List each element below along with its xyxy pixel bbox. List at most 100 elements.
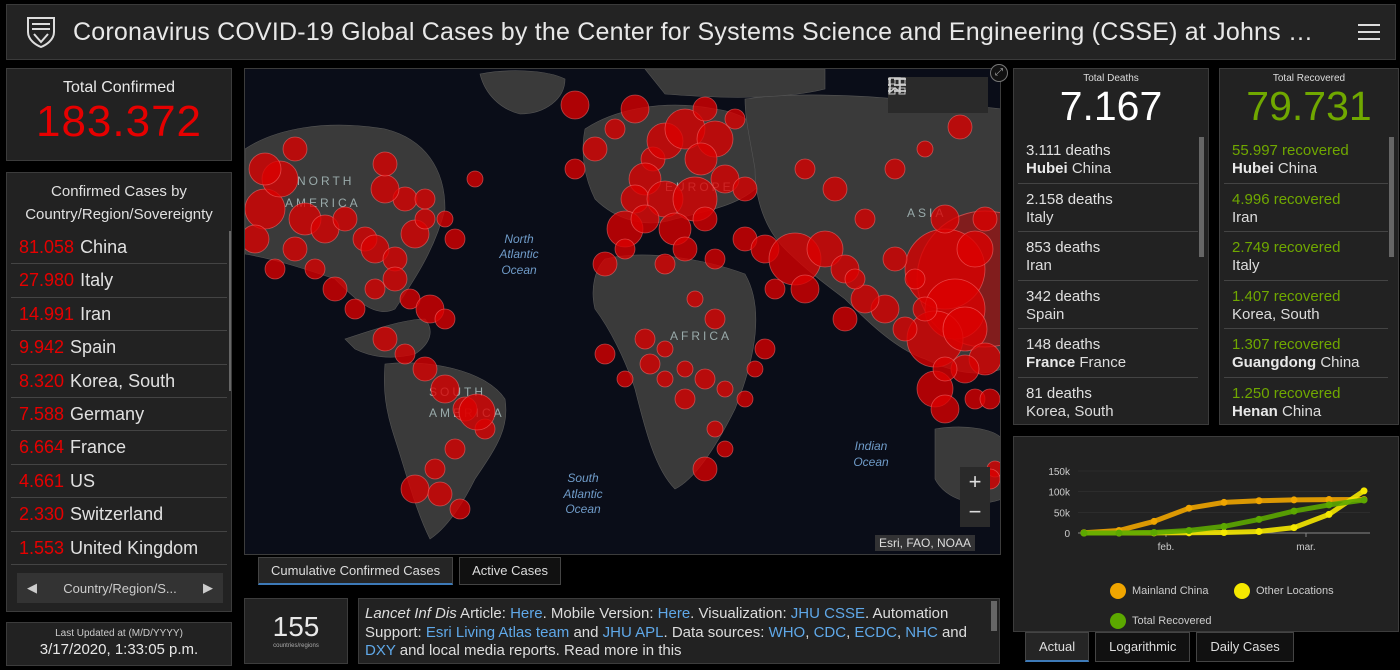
- nhc-link[interactable]: NHC: [905, 624, 938, 641]
- esri-link[interactable]: Esri Living Atlas team: [426, 624, 569, 641]
- case-bubble[interactable]: [832, 306, 858, 332]
- chevron-right-icon[interactable]: ▶: [203, 580, 213, 596]
- case-bubble[interactable]: [684, 142, 718, 176]
- chevron-left-icon[interactable]: ◀: [27, 580, 37, 596]
- case-bubble[interactable]: [614, 238, 636, 260]
- case-bubble[interactable]: [692, 206, 718, 232]
- case-bubble[interactable]: [672, 236, 698, 262]
- case-bubble[interactable]: [686, 290, 704, 308]
- case-bubble[interactable]: [704, 248, 726, 270]
- country-row[interactable]: 2.330 Switzerland: [11, 498, 227, 532]
- case-bubble[interactable]: [692, 96, 718, 122]
- case-bubble[interactable]: [630, 204, 660, 234]
- who-link[interactable]: WHO: [769, 624, 806, 641]
- deaths-row[interactable]: 853 deaths Iran: [1018, 232, 1198, 281]
- case-bubble[interactable]: [248, 152, 282, 186]
- country-row[interactable]: 7.588 Germany: [11, 398, 227, 432]
- zoom-out-button[interactable]: −: [960, 497, 990, 527]
- case-bubble[interactable]: [794, 158, 816, 180]
- case-bubble[interactable]: [724, 108, 746, 130]
- deaths-row[interactable]: 342 deaths Spain: [1018, 281, 1198, 329]
- case-bubble[interactable]: [430, 374, 460, 404]
- case-bubble[interactable]: [344, 298, 366, 320]
- recovered-row[interactable]: 55.997 recovered Hubei China: [1224, 135, 1388, 184]
- recovered-list[interactable]: 55.997 recovered Hubei China 4.996 recover…: [1224, 135, 1388, 425]
- case-bubble[interactable]: [282, 236, 308, 262]
- case-bubble[interactable]: [694, 368, 716, 390]
- case-bubble[interactable]: [676, 360, 694, 378]
- deaths-row[interactable]: 148 deaths France France: [1018, 329, 1198, 378]
- recovered-scrollbar[interactable]: [1389, 137, 1394, 257]
- case-bubble[interactable]: [444, 228, 466, 250]
- case-bubble[interactable]: [674, 388, 696, 410]
- case-bubble[interactable]: [882, 246, 908, 272]
- case-bubble[interactable]: [884, 158, 906, 180]
- country-list-scrollbar[interactable]: [229, 231, 231, 391]
- country-row[interactable]: 27.980 Italy: [11, 264, 227, 298]
- recovered-row[interactable]: 1.250 recovered Henan China: [1224, 378, 1388, 425]
- deaths-row[interactable]: 81 deaths Korea, South: [1018, 378, 1198, 425]
- case-bubble[interactable]: [656, 370, 674, 388]
- case-bubble[interactable]: [427, 481, 453, 507]
- case-bubble[interactable]: [560, 90, 590, 120]
- recovered-row[interactable]: 1.307 recovered Guangdong China: [1224, 329, 1388, 378]
- tab-actual[interactable]: Actual: [1025, 632, 1090, 662]
- case-bubble[interactable]: [616, 370, 634, 388]
- case-bubble[interactable]: [304, 258, 326, 280]
- tab-cumulative-confirmed[interactable]: Cumulative Confirmed Cases: [258, 557, 454, 585]
- mobile-version-link[interactable]: Here: [658, 605, 691, 622]
- tab-daily-cases[interactable]: Daily Cases: [1196, 632, 1294, 662]
- country-row[interactable]: 8.320 Korea, South: [11, 365, 227, 398]
- case-bubble[interactable]: [656, 340, 674, 358]
- case-bubble[interactable]: [282, 136, 308, 162]
- case-bubble[interactable]: [979, 388, 1000, 410]
- deaths-list[interactable]: 3.111 deaths Hubei China 2.158 deaths Italy…: [1018, 135, 1198, 425]
- case-bubble[interactable]: [604, 118, 626, 140]
- case-bubble[interactable]: [654, 253, 676, 275]
- case-bubble[interactable]: [412, 356, 438, 382]
- case-bubble[interactable]: [746, 360, 764, 378]
- case-bubble[interactable]: [912, 296, 938, 322]
- case-bubble[interactable]: [449, 498, 471, 520]
- case-bubble[interactable]: [844, 268, 866, 290]
- country-row[interactable]: 9.942 Spain: [11, 331, 227, 365]
- case-bubble[interactable]: [382, 266, 408, 292]
- case-bubble[interactable]: [754, 338, 776, 360]
- case-bubble[interactable]: [639, 353, 661, 375]
- case-bubble[interactable]: [620, 94, 650, 124]
- case-bubble[interactable]: [764, 278, 786, 300]
- map-canvas[interactable]: NORTH AMERICA SOUTH AMERICA AFRICA EUROP…: [245, 69, 1001, 555]
- case-bubble[interactable]: [364, 278, 386, 300]
- case-bubble[interactable]: [732, 176, 758, 202]
- article-link[interactable]: Here: [510, 605, 543, 622]
- case-bubble[interactable]: [466, 170, 484, 188]
- deaths-row[interactable]: 2.158 deaths Italy: [1018, 184, 1198, 232]
- case-bubble[interactable]: [947, 114, 973, 140]
- case-bubble[interactable]: [972, 206, 998, 232]
- case-bubble[interactable]: [424, 458, 446, 480]
- country-row[interactable]: 14.991 Iran: [11, 298, 227, 332]
- case-bubble[interactable]: [692, 456, 718, 482]
- case-bubble[interactable]: [916, 140, 934, 158]
- case-bubble[interactable]: [245, 224, 270, 254]
- dxy-link[interactable]: DXY: [365, 642, 396, 659]
- case-bubble[interactable]: [822, 176, 848, 202]
- tab-active-cases[interactable]: Active Cases: [459, 557, 561, 585]
- case-bubble[interactable]: [564, 158, 586, 180]
- case-bubble[interactable]: [592, 251, 618, 277]
- case-bubble[interactable]: [434, 308, 456, 330]
- case-bubble[interactable]: [394, 343, 416, 365]
- tab-logarithmic[interactable]: Logarithmic: [1095, 632, 1191, 662]
- recovered-row[interactable]: 2.749 recovered Italy: [1224, 232, 1388, 281]
- case-bubble[interactable]: [930, 204, 960, 234]
- menu-icon[interactable]: [1349, 12, 1389, 52]
- case-bubble[interactable]: [400, 474, 430, 504]
- case-bubble[interactable]: [594, 343, 616, 365]
- case-bubble[interactable]: [634, 328, 656, 350]
- case-bubble[interactable]: [370, 174, 400, 204]
- deaths-row[interactable]: 3.111 deaths Hubei China: [1018, 135, 1198, 184]
- case-bubble[interactable]: [372, 326, 398, 352]
- case-bubble[interactable]: [704, 308, 726, 330]
- case-bubble[interactable]: [930, 394, 960, 424]
- case-bubble[interactable]: [716, 440, 734, 458]
